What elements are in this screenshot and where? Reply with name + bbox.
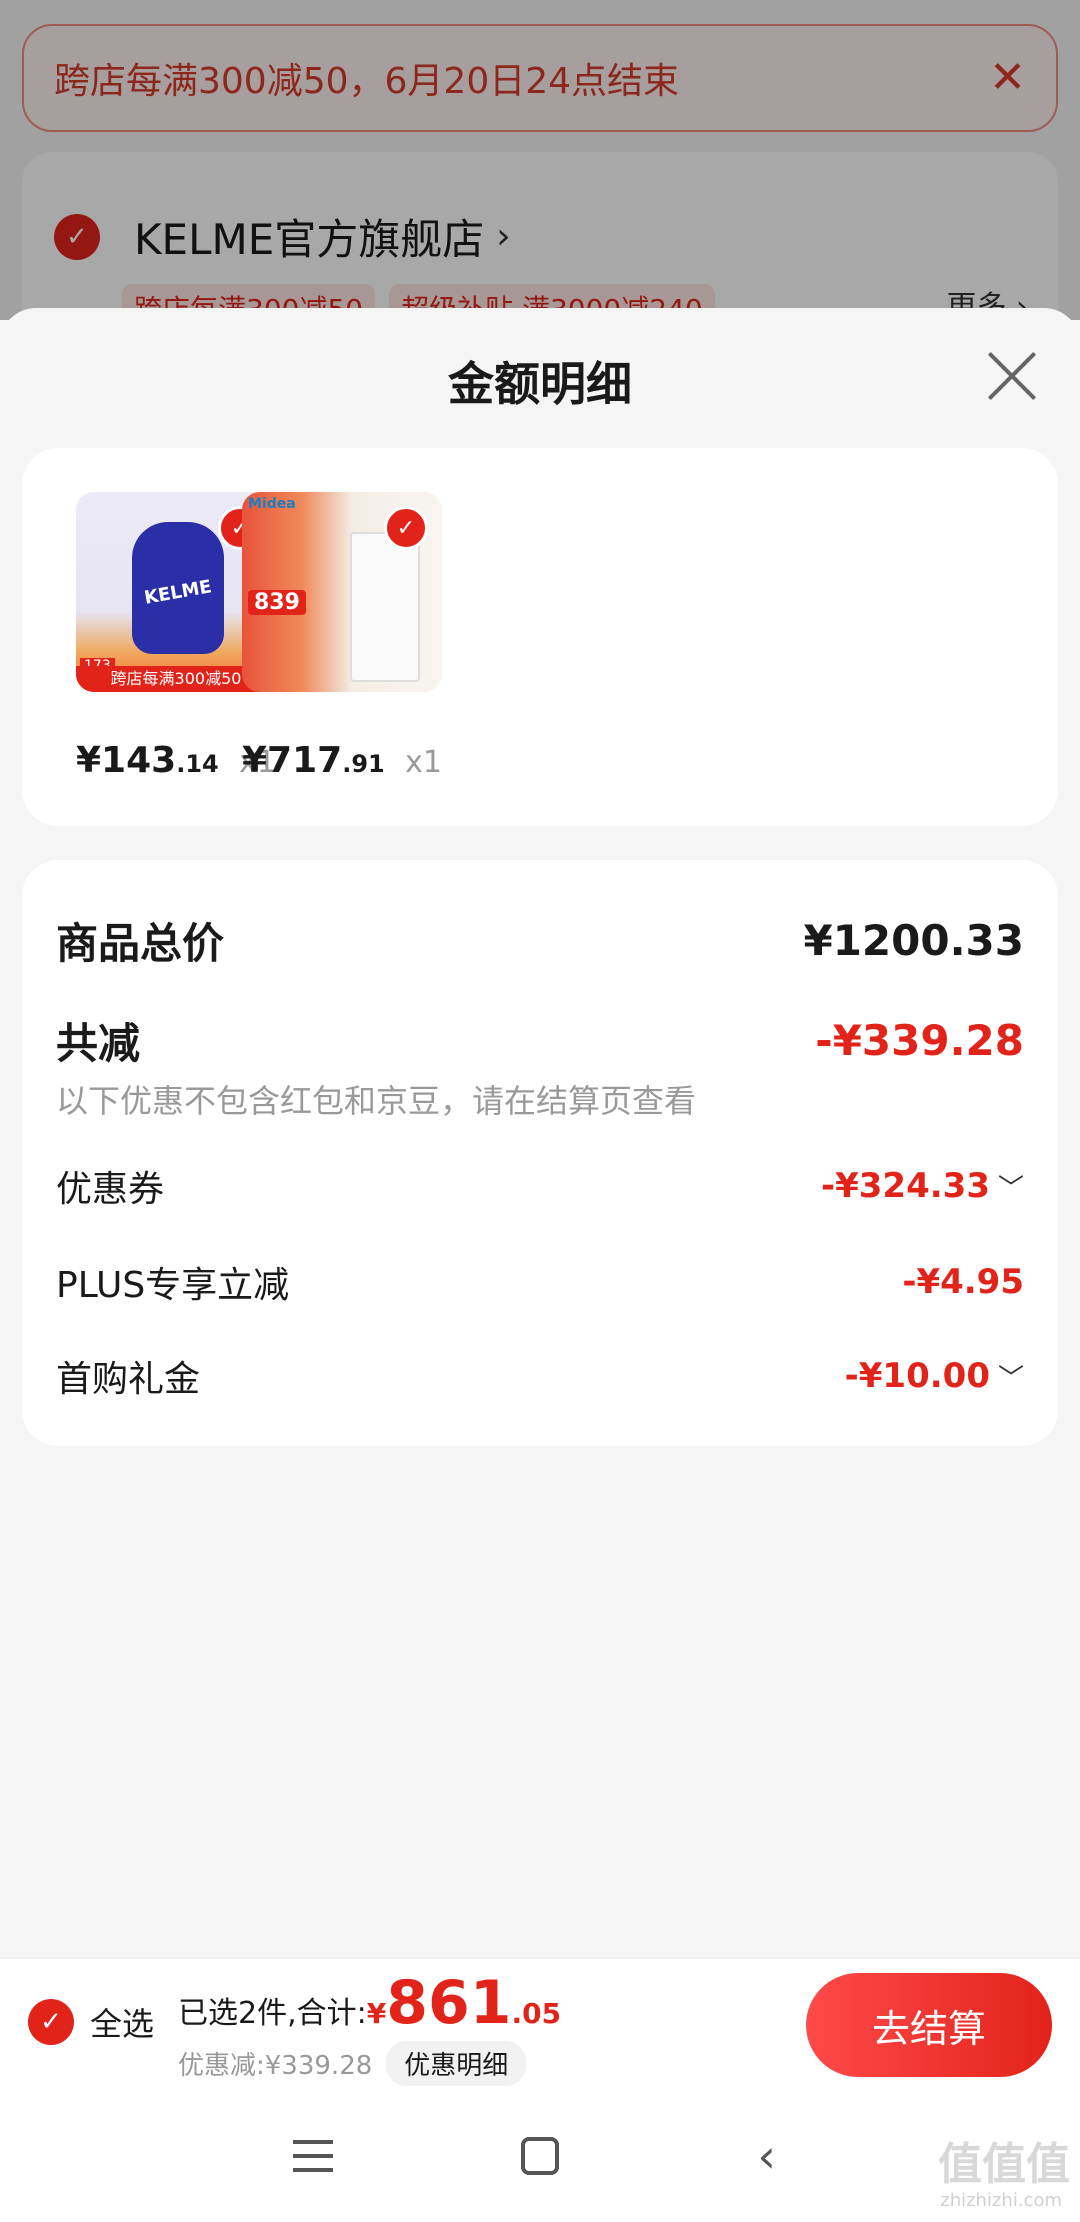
total-decimal: .05 [511, 1997, 562, 2030]
coupon-label: 优惠券 [56, 1169, 165, 1210]
total-reduce-row: 共减 -¥339.28 [56, 1010, 1024, 1071]
quantity: x1 [405, 745, 442, 780]
total-reduce-label: 共减 [56, 1019, 141, 1068]
product-card: KELME 173 跨店每满300减50 ✓ ¥143.14 x1 Midea … [22, 448, 1058, 826]
discount-line: 优惠减:¥339.28 优惠明细 [178, 2041, 527, 2086]
total-line: 已选2件,合计: ¥ 861 .05 [178, 1973, 561, 2033]
total-integer: 861 [386, 1968, 512, 2038]
discount-amount: 优惠减:¥339.28 [178, 2051, 373, 2081]
menu-icon [293, 2140, 334, 2172]
overlay-dim[interactable] [0, 0, 1080, 320]
product-item[interactable]: Midea 839 ✓ ¥717.91 x1 [242, 492, 442, 781]
currency-symbol: ¥ [366, 1997, 387, 2030]
system-nav-bar: ‹ [0, 2090, 1080, 2222]
coupon-row[interactable]: 优惠券 -¥324.33 ﹀ [56, 1160, 1024, 1212]
plus-discount-value: -¥4.95 [902, 1262, 1024, 1302]
checkout-bar: ✓ 全选 已选2件,合计: ¥ 861 .05 优惠减:¥339.28 优惠明细… [0, 1958, 1080, 2090]
check-icon[interactable]: ✓ [384, 506, 428, 550]
selected-count-label: 已选2件,合计: [178, 1996, 367, 2031]
check-icon[interactable]: ✓ [28, 1999, 74, 2045]
back-icon: ‹ [757, 2129, 776, 2183]
first-purchase-value: -¥10.00 [844, 1356, 990, 1396]
discount-detail-button[interactable]: 优惠明细 [386, 2041, 527, 2086]
fridge-image [350, 532, 420, 682]
select-all-label: 全选 [90, 2005, 155, 2043]
amount-breakdown-card: 商品总价 ¥1200.33 共减 -¥339.28 以下优惠不包含红包和京豆，请… [22, 860, 1058, 1446]
select-all[interactable]: ✓ 全选 [28, 1999, 154, 2045]
coupon-value: -¥324.33 [821, 1166, 990, 1206]
thumb-brand: Midea [248, 496, 296, 512]
recent-apps-button[interactable] [283, 2126, 343, 2186]
plus-discount-row: PLUS专享立减 -¥4.95 [56, 1256, 1024, 1308]
sheet-title: 金额明细 [448, 357, 632, 411]
first-purchase-label: 首购礼金 [56, 1359, 201, 1400]
price-integer: ¥143 [76, 740, 177, 781]
chevron-down-icon[interactable]: ﹀ [998, 1358, 1024, 1395]
chevron-down-icon[interactable]: ﹀ [998, 1168, 1024, 1205]
product-thumbnail[interactable]: Midea 839 ✓ [242, 492, 442, 692]
total-price-label: 商品总价 [56, 919, 225, 968]
home-icon [520, 2137, 559, 2175]
price-row: ¥717.91 x1 [242, 740, 442, 781]
watermark-url: zhizhizhi.com [940, 2190, 1062, 2211]
back-button[interactable]: ‹ [737, 2126, 797, 2186]
checkout-button[interactable]: 去结算 [806, 1973, 1052, 2077]
discount-note: 以下优惠不包含红包和京豆，请在结算页查看 [56, 1082, 697, 1120]
total-reduce-value: -¥339.28 [815, 1016, 1024, 1065]
price-decimal: .91 [342, 750, 385, 778]
watermark-logo: 值值值 [938, 2139, 1070, 2190]
price-integer: ¥717 [242, 740, 343, 781]
plus-discount-label: PLUS专享立减 [56, 1265, 290, 1306]
home-button[interactable] [510, 2126, 570, 2186]
thumb-price: 839 [248, 590, 306, 615]
total-price-value: ¥1200.33 [803, 916, 1024, 965]
first-purchase-row[interactable]: 首购礼金 -¥10.00 ﹀ [56, 1350, 1024, 1402]
price-decimal: .14 [176, 750, 219, 778]
amount-detail-sheet: 金额明细 KELME 173 跨店每满300减50 ✓ ¥143.14 x1 M… [0, 308, 1080, 1958]
total-price-row: 商品总价 ¥1200.33 [56, 910, 1024, 971]
close-icon[interactable] [986, 350, 1038, 402]
